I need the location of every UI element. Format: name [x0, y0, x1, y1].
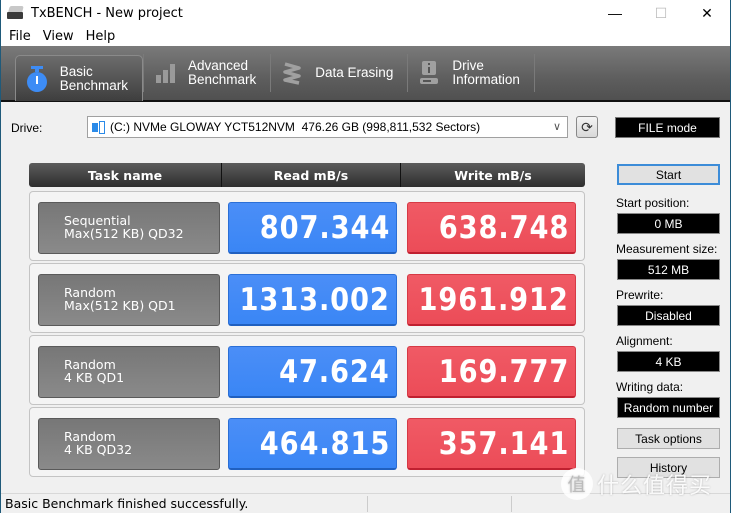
menu-bar: File View Help: [1, 26, 730, 46]
header-write: Write mB/s: [454, 167, 532, 183]
tab-divider: [533, 54, 535, 92]
table-row: Random 4 KB QD1 47.624 169.777: [29, 335, 585, 405]
task-button[interactable]: Random 4 KB QD32: [38, 418, 220, 470]
chevron-down-icon: ∨: [552, 121, 561, 133]
header-task-name: Task name: [29, 163, 222, 187]
drive-info-icon: [416, 59, 442, 87]
prewrite-label: Prewrite:: [616, 288, 664, 302]
refresh-button[interactable]: ⟳: [576, 116, 598, 138]
table-row: Sequential Max(512 KB) QD32 807.344 638.…: [29, 191, 585, 261]
task-options-button[interactable]: Task options: [617, 428, 720, 449]
writing-data-label: Writing data:: [616, 380, 684, 394]
stopwatch-icon: [24, 65, 50, 93]
alignment-label: Alignment:: [616, 334, 673, 348]
write-value: 1961.912: [407, 274, 576, 326]
status-text: Basic Benchmark finished successfully.: [5, 496, 249, 511]
close-button[interactable]: ✕: [684, 0, 730, 26]
menu-view[interactable]: View: [37, 29, 80, 44]
title-bar: TxBENCH - New project — ☐ ✕: [1, 0, 730, 26]
menu-help[interactable]: Help: [80, 29, 122, 44]
watermark-text: 什么值得买: [597, 473, 713, 498]
tab-label: Data Erasing: [315, 65, 394, 80]
drive-icon: [92, 120, 106, 134]
task-button[interactable]: Random 4 KB QD1: [38, 346, 220, 398]
watermark-logo-icon: 值: [561, 468, 593, 500]
alignment-field[interactable]: 4 KB: [617, 351, 720, 372]
main-tabs: Basic Benchmark Advanced Benchmark Data …: [1, 46, 730, 102]
eraser-spring-icon: [279, 59, 305, 87]
tab-label: Basic Benchmark: [59, 63, 128, 93]
status-divider: [367, 496, 368, 512]
results-table-header: Task name Read mB/s Write mB/s: [29, 163, 585, 187]
table-row: Random 4 KB QD32 464.815 357.141: [29, 407, 585, 477]
measurement-size-label: Measurement size:: [616, 242, 718, 256]
read-value: 464.815: [228, 418, 397, 470]
app-icon: [7, 6, 25, 20]
status-divider: [511, 496, 512, 512]
prewrite-field[interactable]: Disabled: [617, 305, 720, 326]
task-button[interactable]: Random Max(512 KB) QD1: [38, 274, 220, 326]
writing-data-field[interactable]: Random number: [617, 397, 720, 418]
drive-label: Drive:: [11, 121, 43, 135]
write-value: 638.748: [407, 202, 576, 254]
tab-label: Drive Information: [452, 58, 520, 87]
read-value: 807.344: [228, 202, 397, 254]
task-button[interactable]: Sequential Max(512 KB) QD32: [38, 202, 220, 254]
write-value: 169.777: [407, 346, 576, 398]
tab-advanced-benchmark[interactable]: Advanced Benchmark: [144, 50, 270, 96]
tab-data-erasing[interactable]: Data Erasing: [271, 50, 407, 96]
tab-basic-benchmark[interactable]: Basic Benchmark: [15, 55, 143, 101]
drive-dropdown[interactable]: (C:) NVMe GLOWAY YCT512NVM 476.26 GB (99…: [87, 116, 568, 138]
tab-label: Advanced Benchmark: [188, 58, 257, 87]
refresh-icon: ⟳: [581, 118, 593, 135]
tab-drive-information[interactable]: Drive Information: [408, 50, 534, 96]
mode-indicator: FILE mode: [615, 117, 720, 138]
window-title: TxBENCH - New project: [31, 5, 183, 21]
watermark: 值 什么值得买: [561, 468, 712, 500]
measurement-size-field[interactable]: 512 MB: [617, 259, 720, 280]
header-read: Read mB/s: [222, 163, 401, 187]
start-button[interactable]: Start: [617, 164, 720, 185]
table-row: Random Max(512 KB) QD1 1313.002 1961.912: [29, 263, 585, 333]
drive-selected-value: (C:) NVMe GLOWAY YCT512NVM 476.26 GB (99…: [110, 120, 481, 134]
write-value: 357.141: [407, 418, 576, 470]
minimize-button[interactable]: —: [592, 0, 638, 26]
maximize-button[interactable]: ☐: [638, 0, 684, 26]
read-value: 1313.002: [228, 274, 397, 326]
start-position-field[interactable]: 0 MB: [617, 213, 720, 234]
menu-file[interactable]: File: [3, 29, 37, 44]
read-value: 47.624: [228, 346, 397, 398]
bar-chart-icon: [152, 59, 178, 87]
app-window: TxBENCH - New project — ☐ ✕ File View He…: [0, 0, 731, 513]
start-position-label: Start position:: [616, 196, 690, 210]
